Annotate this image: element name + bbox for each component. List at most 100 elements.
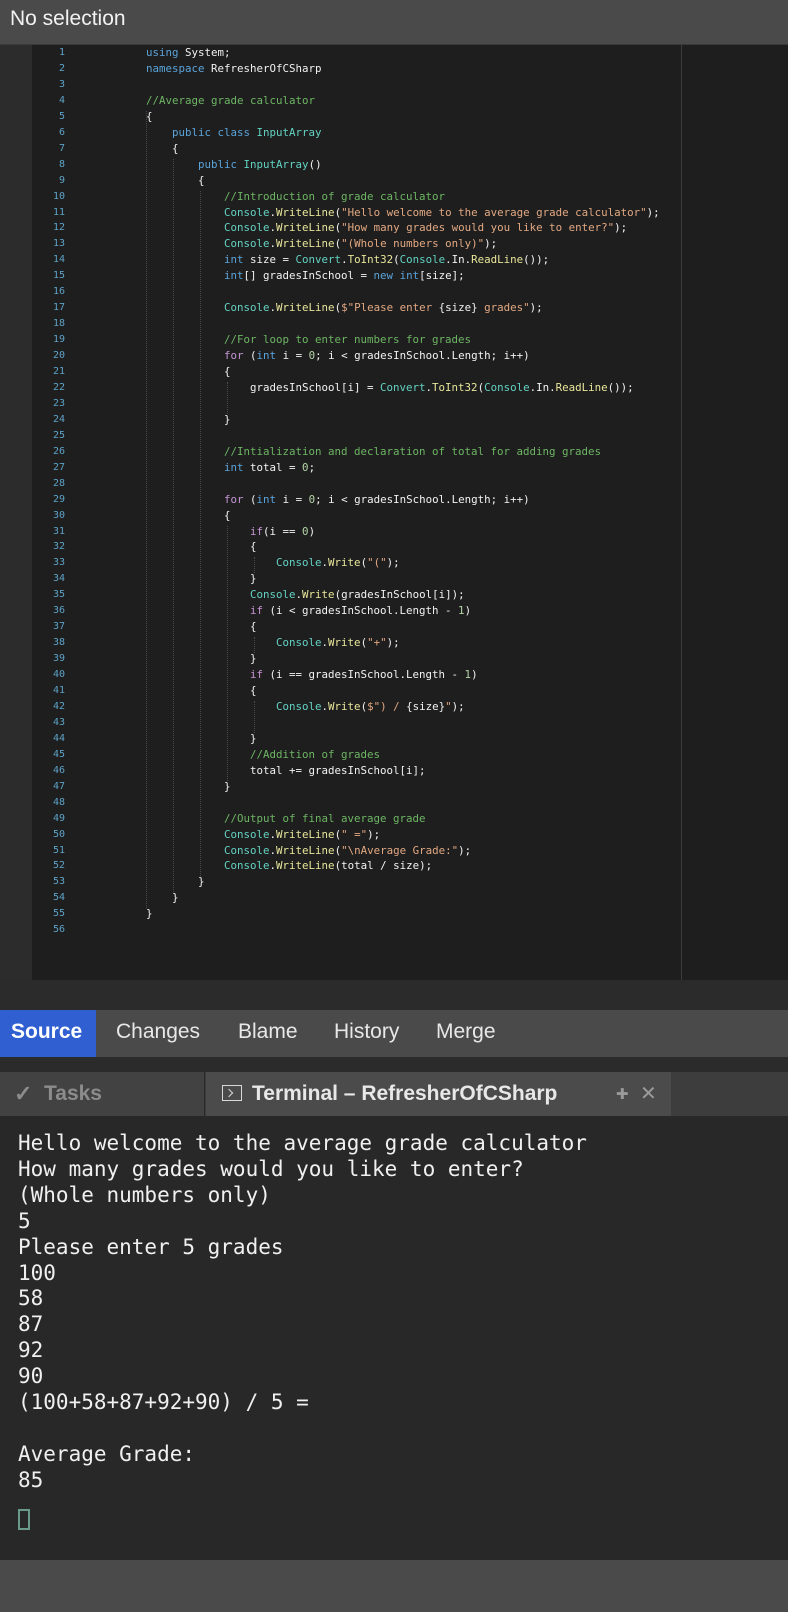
code-line[interactable]: 34 } (0, 571, 788, 587)
tab-tasks[interactable]: ✓ Tasks (0, 1072, 205, 1116)
code-line[interactable]: 56 (0, 922, 788, 938)
code-line[interactable]: 50 Console.WriteLine(" ="); (0, 827, 788, 843)
code-line[interactable]: 18 (0, 316, 788, 332)
code-token: public (198, 157, 238, 171)
code-token: } (146, 907, 153, 921)
code-line[interactable]: 19 //For loop to enter numbers for grade… (0, 332, 788, 348)
code-line[interactable]: 42 Console.Write($") / {size}"); (0, 699, 788, 715)
code-line[interactable]: 8 public InputArray() (0, 157, 788, 173)
code-line[interactable]: 45 //Addition of grades (0, 747, 788, 763)
code-text: int[] gradesInSchool = new int[size]; (146, 268, 465, 284)
code-line[interactable]: 2 namespace RefresherOfCSharp (0, 61, 788, 77)
code-token: WriteLine (276, 237, 335, 251)
terminal-line: 5 (18, 1208, 31, 1233)
code-line[interactable]: 37 { (0, 619, 788, 635)
code-line[interactable]: 46 total += gradesInSchool[i]; (0, 763, 788, 779)
code-line[interactable]: 6 public class InputArray (0, 125, 788, 141)
code-line[interactable]: 15 int[] gradesInSchool = new int[size]; (0, 268, 788, 284)
line-number: 53 (52, 876, 65, 888)
code-line[interactable]: 27 int total = 0; (0, 460, 788, 476)
line-number: 47 (52, 780, 65, 792)
code-token: { (146, 141, 179, 155)
terminal-line: (Whole numbers only) (18, 1182, 271, 1207)
code-line[interactable]: 36 if (i < gradesInSchool.Length - 1) (0, 603, 788, 619)
code-line[interactable]: 32 { (0, 539, 788, 555)
code-line[interactable]: 44 } (0, 731, 788, 747)
code-token: ) (308, 524, 316, 538)
code-line[interactable]: 49 //Output of final average grade (0, 811, 788, 827)
code-line[interactable]: 22 gradesInSchool[i] = Convert.ToInt32(C… (0, 380, 788, 396)
code-line[interactable]: 47 } (0, 779, 788, 795)
code-line[interactable]: 54 } (0, 890, 788, 906)
code-token: new (373, 269, 394, 283)
code-line[interactable]: 41 { (0, 683, 788, 699)
code-line[interactable]: 35 Console.Write(gradesInSchool[i]); (0, 587, 788, 603)
code-token: ); (614, 221, 628, 235)
code-text: for (int i = 0; i < gradesInSchool.Lengt… (146, 348, 530, 364)
code-token: (i < gradesInSchool.Length - (263, 604, 459, 618)
code-line[interactable]: 28 (0, 476, 788, 492)
code-line[interactable]: 17 Console.WriteLine($"Please enter {siz… (0, 300, 788, 316)
code-token: InputArray (243, 157, 309, 171)
code-token: {size} (406, 699, 446, 713)
code-line[interactable]: 10 //Introduction of grade calculator (0, 189, 788, 205)
tab-changes[interactable]: Changes (116, 1010, 200, 1057)
line-number: 31 (52, 525, 65, 537)
code-line[interactable]: 14 int size = Convert.ToInt32(Console.In… (0, 252, 788, 268)
code-line[interactable]: 5{ (0, 109, 788, 125)
code-line[interactable]: 48 (0, 795, 788, 811)
code-line[interactable]: 7 { (0, 141, 788, 157)
code-line[interactable]: 20 for (int i = 0; i < gradesInSchool.Le… (0, 348, 788, 364)
tab-history[interactable]: History (334, 1010, 399, 1057)
code-text: //For loop to enter numbers for grades (146, 332, 471, 348)
code-line[interactable]: 52 Console.WriteLine(total / size); (0, 858, 788, 874)
code-line[interactable]: 26 //Intialization and declaration of to… (0, 444, 788, 460)
code-line[interactable]: 29 for (int i = 0; i < gradesInSchool.Le… (0, 492, 788, 508)
code-line[interactable]: 16 (0, 284, 788, 300)
code-token: { (146, 620, 257, 634)
code-token: ); (458, 843, 472, 857)
tab-terminal[interactable]: Terminal – RefresherOfCSharp ✚ ✕ (206, 1072, 671, 1116)
code-line[interactable]: 40 if (i == gradesInSchool.Length - 1) (0, 667, 788, 683)
code-line[interactable]: 21 { (0, 364, 788, 380)
code-text: } (146, 779, 231, 795)
code-line[interactable]: 1 using System; (0, 45, 788, 61)
code-line[interactable]: 12 Console.WriteLine("How many grades wo… (0, 220, 788, 236)
pin-icon[interactable]: ✚ (616, 1073, 629, 1117)
line-number: 24 (52, 413, 65, 425)
line-number: 3 (58, 78, 65, 90)
code-line[interactable]: 33 Console.Write("("); (0, 555, 788, 571)
code-line[interactable]: 11 Console.WriteLine("Hello welcome to t… (0, 205, 788, 221)
terminal-panel[interactable]: Hello welcome to the average grade calcu… (0, 1120, 788, 1560)
line-number: 37 (52, 621, 65, 633)
tab-merge[interactable]: Merge (436, 1010, 496, 1057)
code-line[interactable]: 4 //Average grade calculator (0, 93, 788, 109)
close-icon[interactable]: ✕ (640, 1072, 657, 1116)
code-token: ) (471, 668, 478, 682)
code-editor[interactable]: 1 using System; 2 namespace RefresherOfCSha… (0, 45, 788, 980)
code-line[interactable]: 9 { (0, 173, 788, 189)
code-line[interactable]: 51 Console.WriteLine("\nAverage Grade:")… (0, 843, 788, 859)
code-line[interactable]: 3 (0, 77, 788, 93)
code-line[interactable]: 55} (0, 906, 788, 922)
code-line[interactable]: 25 (0, 428, 788, 444)
code-line[interactable]: 31 if(i == 0) (0, 524, 788, 540)
tab-blame[interactable]: Blame (238, 1010, 298, 1057)
code-line[interactable]: 53 } (0, 874, 788, 890)
code-line[interactable]: 39 } (0, 651, 788, 667)
code-token: WriteLine (276, 205, 335, 219)
code-line[interactable]: 24 } (0, 412, 788, 428)
code-token: } (146, 572, 257, 586)
code-line[interactable]: 23 (0, 396, 788, 412)
code-line[interactable]: 38 Console.Write("+"); (0, 635, 788, 651)
code-line[interactable]: 30 { (0, 508, 788, 524)
code-line[interactable]: 13 Console.WriteLine("(Whole numbers onl… (0, 236, 788, 252)
tab-source[interactable]: Source (0, 1010, 97, 1057)
code-line[interactable]: 43 (0, 715, 788, 731)
